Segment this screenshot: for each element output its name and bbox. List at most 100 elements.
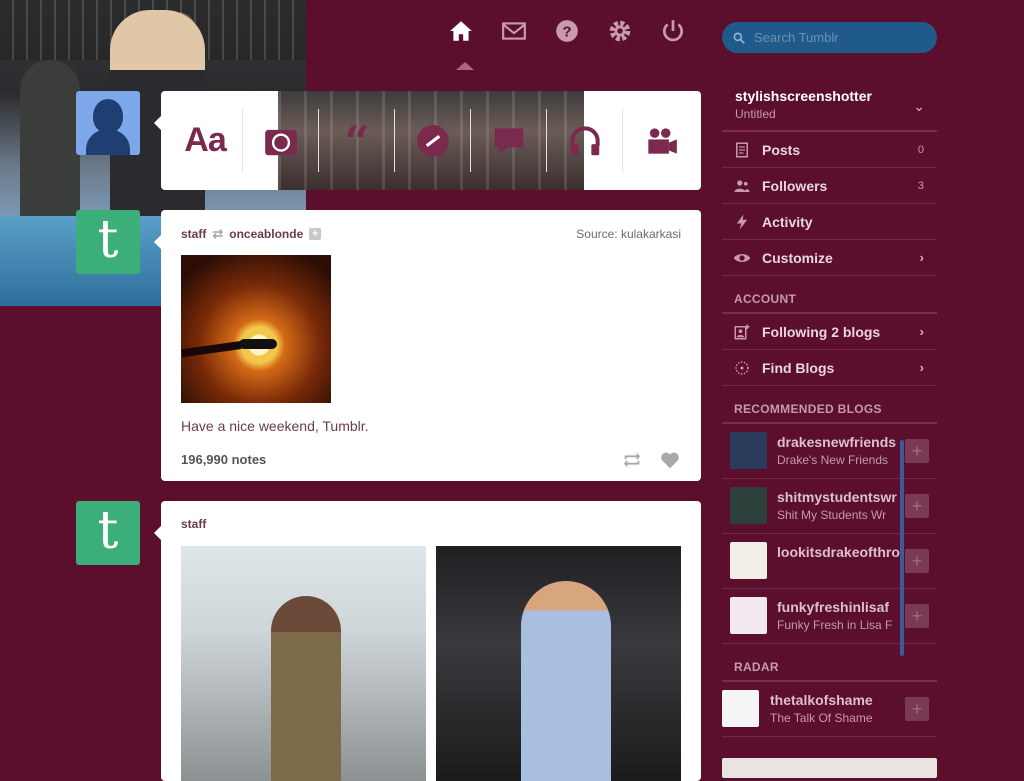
- staff-avatar[interactable]: t: [76, 210, 140, 274]
- reblog-icon[interactable]: [621, 449, 643, 471]
- blog-switcher[interactable]: stylishscreenshotter Untitled ⌄: [722, 86, 937, 132]
- search-input[interactable]: Search Tumblr: [722, 22, 937, 53]
- follow-button[interactable]: +: [905, 494, 929, 518]
- photo-sunglasses: [239, 339, 277, 349]
- sidebar-item-count: 0: [917, 143, 924, 156]
- post-pointer: [154, 235, 161, 249]
- link-icon: [417, 124, 449, 157]
- chevron-right-icon: ›: [919, 250, 924, 265]
- user-avatar[interactable]: [76, 91, 140, 155]
- blog-name: shitmystudentswr: [777, 489, 897, 505]
- chevron-right-icon: ›: [919, 324, 924, 339]
- recommended-blog[interactable]: drakesnewfriends Drake's New Friends +: [722, 424, 937, 479]
- photo-arm: [181, 341, 242, 358]
- avatar-body-silhouette: [86, 129, 130, 155]
- sidebar-item-activity[interactable]: Activity: [722, 204, 937, 240]
- recommended-scrollbar[interactable]: [900, 440, 904, 656]
- follow-button[interactable]: +: [905, 604, 929, 628]
- svg-text:?: ?: [562, 23, 571, 40]
- post-type-audio[interactable]: [547, 91, 623, 190]
- recommended-blog[interactable]: shitmystudentswr Shit My Students Wr +: [722, 479, 937, 534]
- staff-avatar-letter: t: [97, 210, 119, 270]
- follow-button[interactable]: +: [905, 697, 929, 721]
- blog-name: thetalkofshame: [770, 692, 873, 708]
- source-label: Source:: [576, 227, 618, 241]
- reblogged-from[interactable]: onceablonde: [229, 227, 303, 241]
- mail-icon[interactable]: [501, 18, 527, 54]
- home-icon[interactable]: [448, 18, 474, 54]
- active-nav-caret: [456, 62, 474, 70]
- chevron-down-icon: ⌄: [913, 98, 925, 114]
- post-author[interactable]: staff: [181, 227, 206, 241]
- radar-blog[interactable]: thetalkofshame The Talk Of Shame +: [722, 682, 937, 737]
- post-type-quote[interactable]: “: [319, 91, 395, 190]
- post-photo[interactable]: [181, 255, 331, 403]
- sidebar-item-label: Following 2 blogs: [762, 323, 881, 340]
- posts-icon: [732, 140, 752, 160]
- post-type-text[interactable]: Aa: [167, 91, 243, 190]
- headphones-icon: [570, 125, 600, 155]
- photo-model: [521, 581, 611, 781]
- sidebar-item-posts[interactable]: Posts 0: [722, 132, 937, 168]
- blog-title: Funky Fresh in Lisa F: [777, 618, 893, 632]
- svg-text:“: “: [344, 122, 370, 160]
- blog-avatar: [730, 542, 767, 579]
- avatar-head-silhouette: [93, 99, 123, 133]
- video-camera-icon: [648, 127, 677, 154]
- post-type-photo[interactable]: [243, 91, 319, 190]
- blog-title: The Talk Of Shame: [770, 711, 873, 725]
- post-author[interactable]: staff: [181, 517, 206, 531]
- post-type-link[interactable]: [395, 91, 471, 190]
- sidebar-item-label: Customize: [762, 249, 833, 266]
- blog-avatar: [722, 690, 759, 727]
- avatar-pointer: [154, 116, 161, 130]
- post-caption: Have a nice weekend, Tumblr.: [181, 418, 369, 434]
- post-header: staff ⇄ onceablonde +: [181, 226, 322, 242]
- photo-model: [271, 596, 341, 781]
- post-source[interactable]: Source: kulakarkasi: [576, 227, 681, 241]
- post-actions: [621, 449, 681, 471]
- chat-icon: [494, 127, 524, 154]
- sidebar-item-followers[interactable]: Followers 3: [722, 168, 937, 204]
- sidebar-item-label: Posts: [762, 141, 801, 158]
- follow-plus-icon[interactable]: +: [309, 228, 322, 240]
- sidebar-item-find-blogs[interactable]: Find Blogs ›: [722, 350, 937, 386]
- camera-icon: [265, 129, 297, 155]
- following-icon: [732, 322, 752, 342]
- new-post-bar: Aa “: [161, 91, 701, 190]
- post-header: staff: [181, 517, 206, 531]
- post-photo[interactable]: [436, 546, 681, 781]
- staff-avatar[interactable]: t: [76, 501, 140, 565]
- blog-name: lookitsdrakeofthro: [777, 544, 900, 560]
- help-icon[interactable]: ?: [554, 18, 580, 54]
- blog-subtitle: Untitled: [735, 107, 776, 121]
- recommended-blog[interactable]: funkyfreshinlisaf Funky Fresh in Lisa F …: [722, 589, 937, 644]
- sidebar-item-label: Followers: [762, 177, 828, 194]
- search-placeholder: Search Tumblr: [754, 30, 839, 45]
- post-type-video[interactable]: [623, 91, 699, 190]
- post-notes[interactable]: 196,990 notes: [181, 452, 266, 467]
- sidebar-item-following[interactable]: Following 2 blogs ›: [722, 314, 937, 350]
- follow-button[interactable]: +: [905, 439, 929, 463]
- heart-icon[interactable]: [659, 449, 681, 471]
- reblog-small-icon: ⇄: [212, 226, 224, 241]
- sidebar-item-count: 3: [917, 179, 924, 192]
- post-photo[interactable]: [181, 546, 426, 781]
- blog-name: drakesnewfriends: [777, 434, 897, 450]
- eye-icon: [732, 248, 752, 268]
- top-navigation: ?: [448, 18, 686, 54]
- recommended-blog[interactable]: lookitsdrakeofthro +: [722, 534, 937, 589]
- blog-avatar: [730, 487, 767, 524]
- gear-icon[interactable]: [607, 18, 633, 54]
- post-type-chat[interactable]: [471, 91, 547, 190]
- chevron-right-icon: ›: [919, 360, 924, 375]
- find-blogs-icon: [732, 358, 752, 378]
- blog-title: Shit My Students Wr: [777, 508, 887, 522]
- sidebar-item-label: Activity: [762, 213, 813, 230]
- radar-post-preview[interactable]: [722, 758, 937, 778]
- follow-button[interactable]: +: [905, 549, 929, 573]
- blog-name: funkyfreshinlisaf: [777, 599, 890, 615]
- post-card: staff ⇄ onceablonde + Source: kulakarkas…: [161, 210, 701, 481]
- power-icon[interactable]: [660, 18, 686, 54]
- sidebar-item-customize[interactable]: Customize ›: [722, 240, 937, 276]
